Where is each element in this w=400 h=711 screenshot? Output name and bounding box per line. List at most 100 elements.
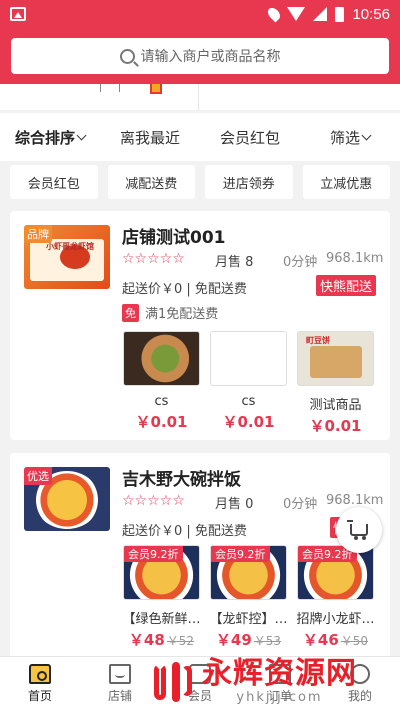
shop-thumbnail: 优选 bbox=[24, 467, 110, 531]
chip-store-coupon[interactable]: 进店领券 bbox=[205, 165, 293, 199]
search-icon bbox=[119, 48, 135, 64]
nav-store[interactable]: 店铺 bbox=[80, 657, 160, 711]
sort-member-redpacket-label: 会员红包 bbox=[219, 128, 280, 147]
original-price: ￥53 bbox=[253, 634, 282, 648]
sort-comprehensive[interactable]: 综合排序 bbox=[0, 127, 100, 148]
nav-profile[interactable]: 我的 bbox=[320, 657, 400, 711]
nav-member[interactable]: 会员 bbox=[160, 657, 240, 711]
product-name: 【龙虾控】… bbox=[209, 612, 288, 627]
monthly-sales: 月售 0 bbox=[215, 497, 254, 512]
battery-icon bbox=[335, 6, 345, 22]
banner-graphic bbox=[100, 84, 120, 92]
min-order-info: 起送价￥0 | 免配送费 bbox=[122, 282, 247, 297]
home-icon bbox=[29, 664, 51, 684]
product-item[interactable]: 会员9.2折 招牌小龙虾… ￥46 ￥50 bbox=[296, 545, 375, 650]
nav-member-label: 会员 bbox=[187, 689, 212, 703]
product-image bbox=[123, 331, 200, 386]
banner-icon bbox=[150, 84, 162, 94]
product-item[interactable]: cs ￥0.01 bbox=[122, 331, 201, 436]
sort-nearest[interactable]: 离我最近 bbox=[100, 127, 200, 148]
star-rating: ☆☆☆☆☆ bbox=[122, 493, 185, 509]
banner-divider bbox=[198, 84, 199, 110]
product-item[interactable]: 会员9.2折 【龙虾控】… ￥49 ￥53 bbox=[209, 545, 288, 650]
nav-home-label: 首页 bbox=[27, 689, 52, 703]
product-image: 会员9.2折 bbox=[123, 545, 200, 600]
sort-filter-label: 筛选 bbox=[329, 128, 360, 147]
cellular-signal-icon bbox=[313, 7, 328, 21]
member-icon bbox=[189, 664, 211, 684]
product-price-row: ￥48 ￥52 bbox=[122, 629, 201, 650]
cart-icon bbox=[347, 520, 368, 540]
product-item[interactable]: 町豆饼 测试商品 ￥0.01 bbox=[296, 331, 375, 436]
chevron-down-icon bbox=[361, 130, 372, 140]
filter-chips: 会员红包 减配送费 进店领券 立减优惠 bbox=[0, 165, 400, 199]
location-icon bbox=[265, 5, 283, 23]
product-price: ￥49 bbox=[215, 631, 252, 649]
distance: 968.1km bbox=[326, 251, 384, 266]
monthly-sales: 月售 8 bbox=[215, 255, 254, 270]
product-name: cs bbox=[154, 394, 169, 409]
product-name: 招牌小龙虾… bbox=[296, 612, 375, 627]
package-label: 町豆饼 bbox=[306, 336, 330, 345]
product-price: ￥0.01 bbox=[309, 417, 362, 435]
banner-strip[interactable] bbox=[0, 84, 400, 110]
shop-name: 店铺测试001 bbox=[122, 228, 226, 248]
product-item[interactable]: 会员9.2折 【绿色新鲜… ￥48 ￥52 bbox=[122, 545, 201, 650]
original-price: ￥52 bbox=[166, 634, 195, 648]
shop-card[interactable]: 小虾哥龙虾馆 品牌 店铺测试001 ☆☆☆☆☆ 月售 8 0分钟 968.1km… bbox=[10, 211, 390, 440]
order-icon bbox=[269, 664, 291, 684]
nav-profile-label: 我的 bbox=[347, 689, 372, 703]
product-name: 测试商品 bbox=[309, 398, 362, 413]
member-discount-badge: 会员9.2折 bbox=[211, 546, 270, 562]
product-list: 会员9.2折 【绿色新鲜… ￥48 ￥52 会员9.2折 【龙虾控】… ￥49 ￥5… bbox=[122, 545, 375, 650]
free-delivery-badge: 免 bbox=[122, 303, 139, 322]
chip-member-redpacket[interactable]: 会员红包 bbox=[10, 165, 98, 199]
promo-row: 免 满1免配送费 bbox=[122, 303, 218, 322]
delivery-badge: 快熊配送 bbox=[315, 275, 376, 296]
nav-home[interactable]: 首页 bbox=[0, 657, 80, 711]
preferred-tag: 优选 bbox=[24, 467, 52, 485]
nav-order-label: 订单 bbox=[267, 689, 292, 703]
product-price: ￥0.01 bbox=[135, 413, 188, 431]
nav-order[interactable]: 订单 bbox=[240, 657, 320, 711]
image-notification-icon bbox=[10, 7, 26, 21]
shop-card[interactable]: 优选 吉木野大碗拌饭 ☆☆☆☆☆ 月售 0 0分钟 968.1km 起送价￥0 … bbox=[10, 453, 390, 658]
distance: 968.1km bbox=[326, 493, 384, 508]
store-icon bbox=[109, 664, 131, 684]
status-time: 10:56 bbox=[352, 5, 390, 23]
product-name: 【绿色新鲜… bbox=[122, 612, 201, 627]
promo-text: 满1免配送费 bbox=[145, 307, 219, 322]
cart-button[interactable] bbox=[336, 507, 382, 553]
sort-member-redpacket[interactable]: 会员红包 bbox=[200, 127, 300, 148]
member-discount-badge: 会员9.2折 bbox=[124, 546, 183, 562]
chip-instant-discount[interactable]: 立减优惠 bbox=[302, 165, 390, 199]
wifi-icon bbox=[287, 7, 306, 21]
package-graphic bbox=[310, 346, 362, 378]
shop-thumbnail: 小虾哥龙虾馆 品牌 bbox=[24, 225, 110, 289]
chip-reduced-delivery[interactable]: 减配送费 bbox=[107, 165, 195, 199]
star-rating: ☆☆☆☆☆ bbox=[122, 251, 185, 267]
shop-name: 吉木野大碗拌饭 bbox=[122, 470, 241, 490]
sort-filter[interactable]: 筛选 bbox=[300, 127, 400, 148]
profile-icon bbox=[350, 664, 370, 684]
bottom-nav: 首页 店铺 会员 订单 我的 bbox=[0, 656, 400, 711]
sort-nearest-label: 离我最近 bbox=[119, 128, 180, 147]
search-placeholder: 请输入商户或商品名称 bbox=[140, 49, 281, 65]
product-list: cs ￥0.01 cs ￥0.01 町豆饼 测试商品 ￥0.01 bbox=[122, 331, 375, 436]
min-order-info: 起送价￥0 | 免配送费 bbox=[122, 524, 247, 539]
product-price-row: ￥49 ￥53 bbox=[209, 629, 288, 650]
product-item[interactable]: cs ￥0.01 bbox=[209, 331, 288, 436]
product-price: ￥0.01 bbox=[222, 413, 275, 431]
nav-store-label: 店铺 bbox=[107, 689, 132, 703]
delivery-time: 0分钟 bbox=[283, 497, 318, 512]
original-price: ￥50 bbox=[340, 634, 369, 648]
status-bar: 10:56 bbox=[0, 0, 400, 28]
brand-tag: 品牌 bbox=[24, 225, 52, 243]
search-input[interactable]: 请输入商户或商品名称 bbox=[11, 38, 389, 74]
chevron-down-icon bbox=[76, 130, 87, 140]
product-image-placeholder bbox=[210, 331, 287, 386]
product-price: ￥46 bbox=[302, 631, 339, 649]
product-name: cs bbox=[241, 394, 256, 409]
product-image: 町豆饼 bbox=[297, 331, 374, 386]
delivery-time: 0分钟 bbox=[283, 255, 318, 270]
